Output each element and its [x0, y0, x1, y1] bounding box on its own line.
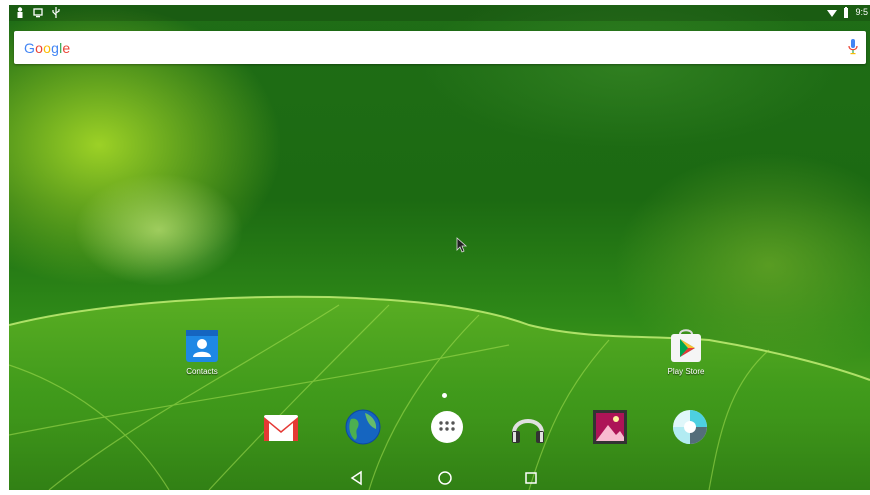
app-play-store[interactable]: Play Store: [651, 327, 721, 376]
headphones-music-icon[interactable]: [508, 407, 548, 447]
google-search-bar[interactable]: Google: [14, 31, 866, 64]
app-label-contacts: Contacts: [186, 367, 218, 376]
mouse-cursor-icon: [456, 237, 468, 253]
usb-icon: [52, 7, 60, 18]
home-icon[interactable]: [437, 470, 453, 486]
recents-icon[interactable]: [523, 470, 539, 486]
wifi-icon: [827, 10, 838, 17]
browser-globe-icon[interactable]: [343, 407, 383, 447]
play-store-icon: [671, 329, 701, 362]
google-logo: Google: [24, 40, 71, 56]
gmail-icon[interactable]: [261, 407, 301, 447]
person-icon: [17, 7, 23, 18]
status-left-icons: [15, 7, 61, 18]
app-label-play-store: Play Store: [667, 367, 705, 376]
status-clock: 9:5: [855, 7, 868, 17]
android-home-screen: 9:5 Google Contacts Play Store: [9, 5, 870, 490]
battery-icon: [844, 7, 849, 18]
screen-icon: [33, 8, 43, 18]
back-icon[interactable]: [349, 470, 365, 486]
app-drawer-icon[interactable]: [427, 407, 467, 447]
camera-icon[interactable]: [670, 407, 710, 447]
status-right-icons: 9:5: [827, 7, 868, 18]
navigation-bar: [9, 465, 870, 490]
mic-icon[interactable]: [848, 39, 858, 55]
page-indicator-dot: [442, 393, 447, 398]
app-contacts[interactable]: Contacts: [167, 327, 237, 376]
gallery-icon[interactable]: [590, 407, 630, 447]
status-bar: 9:5: [9, 5, 870, 21]
contacts-icon: [186, 330, 218, 362]
